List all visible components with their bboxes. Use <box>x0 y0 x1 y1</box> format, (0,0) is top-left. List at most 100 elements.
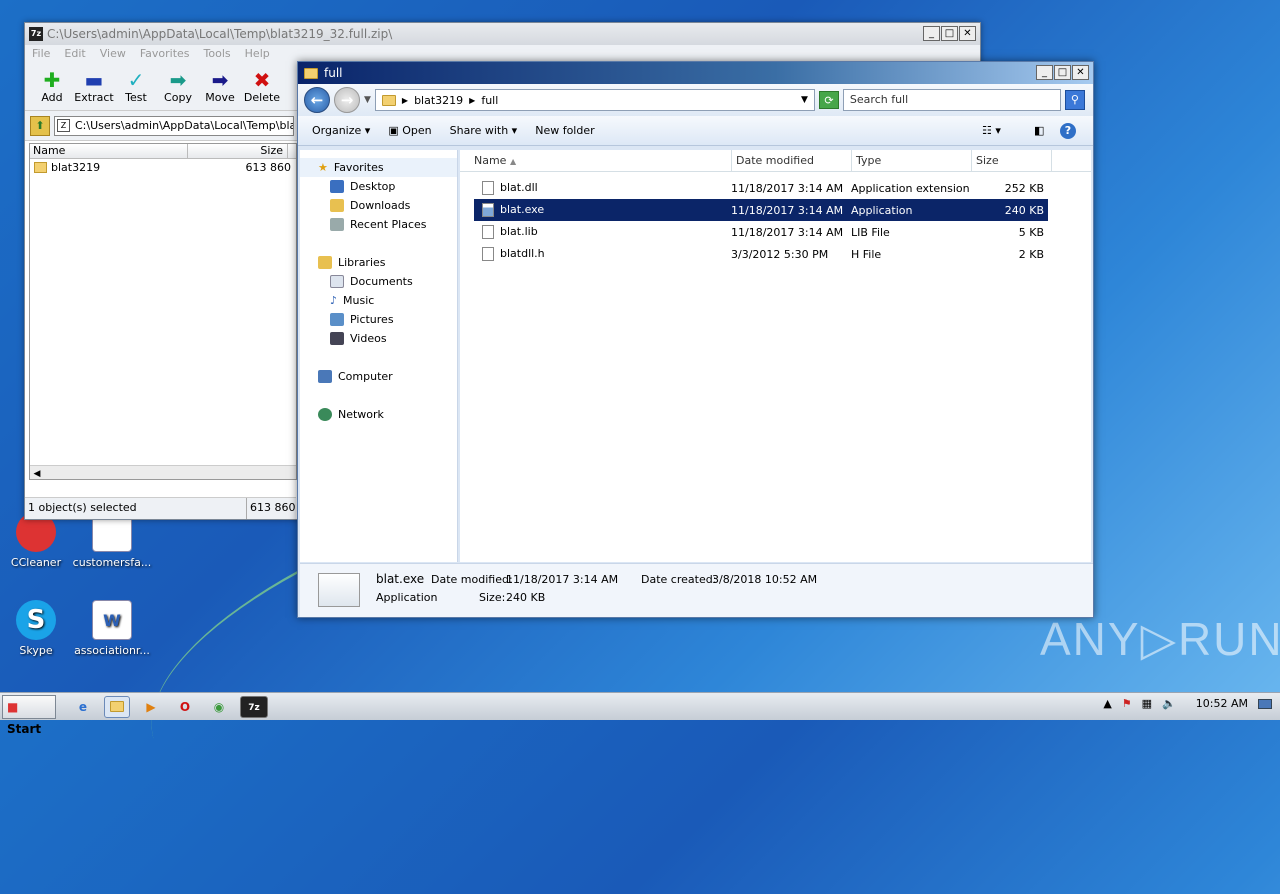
nav-documents-label: Documents <box>350 275 413 288</box>
column-size[interactable]: Size <box>972 150 1052 171</box>
nav-music[interactable]: ♪ Music <box>300 291 457 310</box>
nav-favorites[interactable]: ★ Favorites <box>300 158 457 177</box>
nav-favorites-label: Favorites <box>333 161 384 174</box>
share-with-button[interactable]: Share with ▾ <box>450 124 518 137</box>
desktop-icon-skype[interactable]: S Skype <box>0 600 76 657</box>
close-button[interactable]: ✕ <box>959 26 976 41</box>
nav-videos-label: Videos <box>350 332 387 345</box>
nav-desktop-label: Desktop <box>350 180 396 193</box>
search-icon[interactable]: ⚲ <box>1064 90 1085 110</box>
action-center-flag-icon[interactable]: ⚑ <box>1122 697 1132 710</box>
search-input[interactable]: Search full <box>842 89 1061 111</box>
column-size[interactable]: Size <box>188 144 288 158</box>
move-button[interactable]: ➡ Move <box>199 63 241 110</box>
desktop-icon-associationr[interactable]: W associationr... <box>72 600 152 657</box>
column-date-modified[interactable]: Date modified <box>732 150 852 171</box>
nav-network[interactable]: Network <box>300 405 457 424</box>
file-row-selected[interactable]: blat.exe 11/18/2017 3:14 AM Application … <box>474 199 1048 221</box>
breadcrumb-full[interactable]: full <box>481 94 498 107</box>
extract-button[interactable]: ▬ Extract <box>73 63 115 110</box>
pictures-icon <box>330 313 344 326</box>
file-type: H File <box>851 247 882 261</box>
organize-label: Organize <box>312 124 362 137</box>
menu-favorites[interactable]: Favorites <box>140 45 190 63</box>
nav-videos[interactable]: Videos <box>300 329 457 348</box>
menu-help[interactable]: Help <box>245 45 270 63</box>
menu-file[interactable]: File <box>32 45 50 63</box>
up-folder-icon[interactable]: ⬆ <box>30 115 50 136</box>
minimize-button[interactable]: _ <box>923 26 940 41</box>
help-icon[interactable]: ? <box>1060 123 1076 139</box>
file-row[interactable]: blat.dll 11/18/2017 3:14 AM Application … <box>474 177 1048 199</box>
desktop-icon-ccleaner[interactable]: CCleaner <box>0 512 76 569</box>
breadcrumb-blat3219[interactable]: blat3219 <box>414 94 463 107</box>
nav-documents[interactable]: Documents <box>300 272 457 291</box>
new-folder-button[interactable]: New folder <box>535 124 594 137</box>
sevenzip-taskbar-icon[interactable]: 7z <box>240 695 268 718</box>
copy-button[interactable]: ➡ Copy <box>157 63 199 110</box>
column-type[interactable]: Type <box>852 150 972 171</box>
sevenzip-titlebar[interactable]: 7z C:\Users\admin\AppData\Local\Temp\bla… <box>25 23 980 45</box>
open-button[interactable]: ▣ Open <box>388 124 431 137</box>
minus-icon: ▬ <box>84 68 104 92</box>
breadcrumb-separator-icon[interactable]: ▶ <box>402 96 408 105</box>
details-type: Application <box>376 591 438 604</box>
volume-icon[interactable]: 🔈 <box>1162 697 1176 710</box>
column-name[interactable]: Name <box>30 144 188 158</box>
opera-icon[interactable]: O <box>172 696 198 718</box>
explorer-taskbar-icon[interactable] <box>104 695 130 718</box>
start-button[interactable]: ■ Start <box>2 694 56 736</box>
file-date: 11/18/2017 3:14 AM <box>731 203 844 217</box>
delete-button[interactable]: ✖ Delete <box>241 63 283 110</box>
file-row[interactable]: blat.lib 11/18/2017 3:14 AM LIB File 5 K… <box>474 221 1048 243</box>
show-hidden-icons-icon[interactable]: ▲ <box>1103 697 1111 710</box>
test-button[interactable]: ✓ Test <box>115 63 157 110</box>
folder-icon <box>381 94 396 106</box>
close-button[interactable]: ✕ <box>1072 65 1089 80</box>
list-item[interactable]: blat3219 613 860 <box>30 159 296 177</box>
column-name[interactable]: Name ▲ <box>460 150 732 171</box>
breadcrumb-separator-icon[interactable]: ▶ <box>469 96 475 105</box>
internet-explorer-icon[interactable]: e <box>70 696 96 718</box>
nav-downloads[interactable]: Downloads <box>300 196 457 215</box>
nav-pictures[interactable]: Pictures <box>300 310 457 329</box>
nav-recent-places[interactable]: Recent Places <box>300 215 457 234</box>
address-bar[interactable]: ▶ blat3219 ▶ full ▼ <box>374 89 815 111</box>
file-type: Application extension <box>851 181 970 195</box>
recent-pages-chevron-icon[interactable]: ▼ <box>364 95 371 105</box>
add-button[interactable]: ✚ Add <box>31 63 73 110</box>
file-size: 252 KB <box>1004 181 1044 195</box>
clock[interactable]: 10:52 AM <box>1196 697 1248 710</box>
menu-view[interactable]: View <box>100 45 126 63</box>
details-date-modified: 11/18/2017 3:14 AM <box>506 573 619 586</box>
scroll-left-arrow[interactable]: ◀ <box>30 468 44 481</box>
recent-places-icon <box>330 218 344 231</box>
media-player-icon[interactable]: ▶ <box>138 696 164 718</box>
chrome-icon[interactable]: ◉ <box>206 696 232 718</box>
sevenzip-path-text: C:\Users\admin\AppData\Local\Temp\blat32 <box>75 118 294 132</box>
nav-computer-label: Computer <box>338 370 393 383</box>
address-dropdown-icon[interactable]: ▼ <box>801 95 808 105</box>
nav-computer[interactable]: Computer <box>300 367 457 386</box>
maximize-button[interactable]: □ <box>941 26 958 41</box>
view-options-icon[interactable]: ☷ ▾ <box>982 124 1001 137</box>
menu-tools[interactable]: Tools <box>204 45 231 63</box>
back-button[interactable]: ← <box>304 87 330 113</box>
show-desktop-button[interactable] <box>1258 698 1272 709</box>
minimize-button[interactable]: _ <box>1036 65 1053 80</box>
nav-desktop[interactable]: Desktop <box>300 177 457 196</box>
maximize-button[interactable]: □ <box>1054 65 1071 80</box>
organize-button[interactable]: Organize ▾ <box>312 124 370 137</box>
network-tray-icon[interactable]: ▦ <box>1142 697 1152 710</box>
explorer-titlebar[interactable]: full _ □ ✕ <box>298 62 1093 84</box>
desktop-icon-label: CCleaner <box>10 556 62 569</box>
menu-edit[interactable]: Edit <box>64 45 85 63</box>
horizontal-scrollbar[interactable]: ◀ <box>30 465 296 479</box>
forward-button[interactable]: → <box>334 87 360 113</box>
desktop-icon-customersfa[interactable]: customersfa... <box>72 512 152 569</box>
refresh-button[interactable]: ⟳ <box>818 91 839 109</box>
preview-pane-icon[interactable]: ◧ <box>1034 124 1044 137</box>
file-row[interactable]: blatdll.h 3/3/2012 5:30 PM H File 2 KB <box>474 243 1048 265</box>
sevenzip-path-input[interactable]: Z C:\Users\admin\AppData\Local\Temp\blat… <box>54 115 294 136</box>
nav-libraries[interactable]: Libraries <box>300 253 457 272</box>
